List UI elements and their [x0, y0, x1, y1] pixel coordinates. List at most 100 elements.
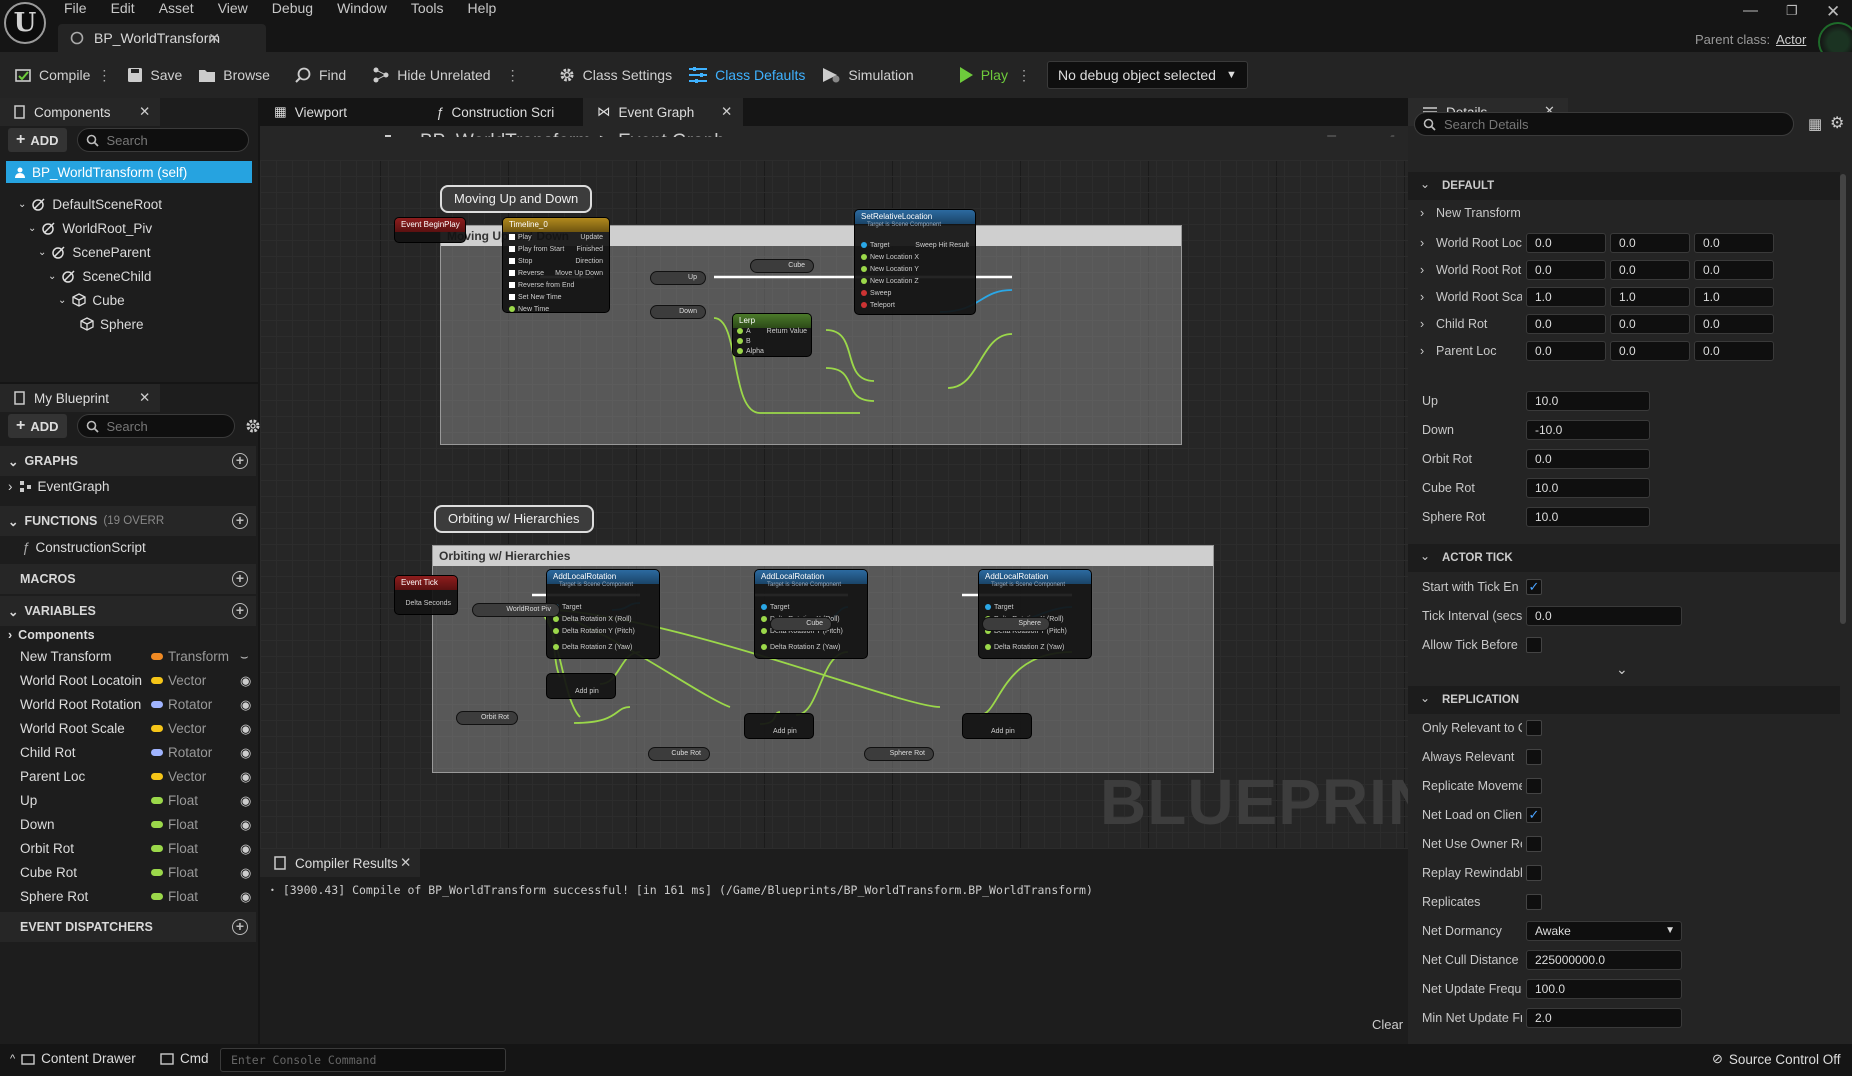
eye-icon[interactable]: ◉ [240, 817, 251, 833]
component-self-row[interactable]: BP_WorldTransform (self) [6, 161, 252, 183]
compile-button[interactable]: Compile ⋮ [14, 66, 111, 84]
node-lerp[interactable]: Lerp A B Alpha Return Value [732, 313, 812, 357]
menu-debug[interactable]: Debug [272, 0, 313, 16]
eye-icon[interactable]: ◉ [240, 865, 251, 881]
add-function-icon[interactable]: + [232, 513, 248, 529]
eye-icon[interactable]: ◉ [240, 745, 251, 761]
variable-item[interactable]: Child Rot Rotator ◉ [0, 741, 258, 765]
menu-tools[interactable]: Tools [411, 0, 444, 16]
min-net-update-field[interactable]: 2.0 [1526, 1008, 1682, 1028]
vector-x-field[interactable]: 0.0 [1526, 260, 1606, 280]
find-button[interactable]: Find [294, 66, 346, 84]
menu-help[interactable]: Help [468, 0, 497, 16]
gear-icon[interactable] [245, 418, 261, 434]
variable-item[interactable]: Cube Rot Float ◉ [0, 861, 258, 885]
debug-object-select[interactable]: No debug object selected ▼ [1046, 61, 1248, 89]
details-scrollbar[interactable] [1840, 174, 1846, 624]
tree-item-sphere[interactable]: Sphere [0, 312, 258, 336]
vector-x-field[interactable]: 0.0 [1526, 314, 1606, 334]
tree-item-defaultsceneroot[interactable]: ⌄ DefaultSceneRoot [0, 192, 258, 216]
expand-icon[interactable]: ⌄ [38, 247, 46, 258]
pin-reverse[interactable]: Reverse [509, 270, 544, 277]
add-dispatcher-icon[interactable]: + [232, 919, 248, 935]
menu-file[interactable]: File [64, 0, 87, 16]
node-add-local-rotation-1[interactable]: AddLocalRotation Target is Scene Compone… [546, 569, 660, 659]
replication-section-header[interactable]: REPLICATION [1408, 686, 1840, 714]
hidden-eye-icon[interactable]: ⌣ [240, 649, 249, 665]
pin-new-location-z[interactable]: New Location Z [861, 278, 919, 285]
node-var-cube[interactable]: Cube [750, 259, 814, 273]
net-dormancy-select[interactable]: Awake ▼ [1526, 921, 1682, 941]
eye-icon[interactable]: ◉ [240, 889, 251, 905]
pin-target[interactable]: Target [985, 604, 1013, 611]
variable-item[interactable]: World Root Locatoin Vector ◉ [0, 669, 258, 693]
add-component-button[interactable]: + ADD [8, 128, 67, 152]
add-variable-icon[interactable]: + [232, 603, 248, 619]
minimize-icon[interactable]: — [1743, 2, 1758, 19]
tree-item-sceneparent[interactable]: ⌄ SceneParent [0, 240, 258, 264]
hide-unrelated-button[interactable]: Hide Unrelated ⋮ [372, 66, 520, 84]
unreal-logo-icon[interactable]: U [4, 2, 46, 44]
variable-category-components[interactable]: › Components [8, 628, 95, 642]
tab-compiler-results[interactable]: Compiler Results ✕ [260, 849, 420, 877]
play-button[interactable]: Play ⋮ [958, 66, 1031, 84]
tree-item-cube[interactable]: ⌄ Cube [0, 288, 258, 312]
node-event-tick[interactable]: Event Tick Delta Seconds [394, 575, 458, 615]
pin-update[interactable]: Update [580, 234, 603, 241]
tab-event-graph[interactable]: ⋈ Event Graph ✕ [583, 98, 743, 126]
chevron-right-icon[interactable]: › [1420, 236, 1424, 250]
cmd-button[interactable]: Cmd [160, 1051, 209, 1066]
pin-new-location-x[interactable]: New Location X [861, 254, 919, 261]
add-pin-label[interactable]: Add pin [773, 728, 797, 735]
eye-icon[interactable]: ◉ [240, 721, 251, 737]
add-macro-icon[interactable]: + [232, 571, 248, 587]
vector-y-field[interactable]: 0.0 [1610, 260, 1690, 280]
pin-delta-roll[interactable]: Delta Rotation X (Roll) [553, 616, 632, 623]
vector-x-field[interactable]: 0.0 [1526, 341, 1606, 361]
function-item-constructionscript[interactable]: ƒ ConstructionScript [22, 540, 146, 555]
vector-y-field[interactable]: 1.0 [1610, 287, 1690, 307]
variable-item[interactable]: Orbit Rot Float ◉ [0, 837, 258, 861]
node-var-orbit-rot[interactable]: Orbit Rot [456, 711, 518, 725]
checkbox-start-with-tick[interactable]: ✓ [1526, 579, 1542, 595]
eye-icon[interactable]: ◉ [240, 697, 251, 713]
replication-checkbox[interactable] [1526, 778, 1542, 794]
expand-icon[interactable]: ⌄ [28, 223, 36, 234]
node-add-3[interactable]: Add pin [962, 713, 1032, 739]
node-add-1[interactable]: Add pin [546, 673, 616, 699]
vector-z-field[interactable]: 0.0 [1694, 260, 1774, 280]
eye-icon[interactable]: ◉ [240, 793, 251, 809]
more-options-icon[interactable]: ⋮ [506, 67, 520, 84]
replication-checkbox[interactable] [1526, 836, 1542, 852]
macros-section-header[interactable]: MACROS + [0, 564, 256, 594]
variables-section-header[interactable]: ⌄ VARIABLES + [0, 596, 256, 626]
close-icon[interactable]: ✕ [400, 855, 411, 871]
node-add-local-rotation-2[interactable]: AddLocalRotation Target is Scene Compone… [754, 569, 868, 659]
functions-section-header[interactable]: ⌄ FUNCTIONS (19 OVERR + [0, 506, 256, 536]
pin-sweep-hit-result[interactable]: Sweep Hit Result [915, 242, 969, 249]
chevron-right-icon[interactable]: › [1420, 344, 1424, 358]
more-options-icon[interactable]: ⋮ [97, 67, 111, 84]
node-set-relative-location[interactable]: SetRelativeLocation Target is Scene Comp… [854, 209, 976, 315]
pin-teleport[interactable]: Teleport [861, 302, 895, 309]
float-value-field[interactable]: 10.0 [1526, 478, 1650, 498]
variable-item[interactable]: World Root Scale Vector ◉ [0, 717, 258, 741]
replication-checkbox[interactable]: ✓ [1526, 807, 1542, 823]
pin-finished[interactable]: Finished [577, 246, 603, 253]
replication-checkbox[interactable] [1526, 749, 1542, 765]
vector-z-field[interactable]: 0.0 [1694, 341, 1774, 361]
add-pin-label[interactable]: Add pin [991, 728, 1015, 735]
table-view-icon[interactable]: ▦ [1808, 115, 1822, 133]
pin-direction[interactable]: Direction [575, 258, 603, 265]
expand-icon[interactable]: ⌄ [18, 199, 26, 210]
add-pin-label[interactable]: Add pin [575, 688, 599, 695]
replication-checkbox[interactable] [1526, 894, 1542, 910]
node-var-up[interactable]: Up [650, 271, 706, 285]
node-event-beginplay[interactable]: Event BeginPlay [394, 217, 466, 243]
eye-icon[interactable]: ◉ [240, 841, 251, 857]
vector-x-field[interactable]: 1.0 [1526, 287, 1606, 307]
components-search-input[interactable]: Search [76, 128, 249, 152]
expand-advanced-icon[interactable]: ⌄ [1616, 661, 1628, 678]
class-defaults-button[interactable]: Class Defaults [688, 66, 805, 84]
add-graph-icon[interactable]: + [232, 453, 248, 469]
